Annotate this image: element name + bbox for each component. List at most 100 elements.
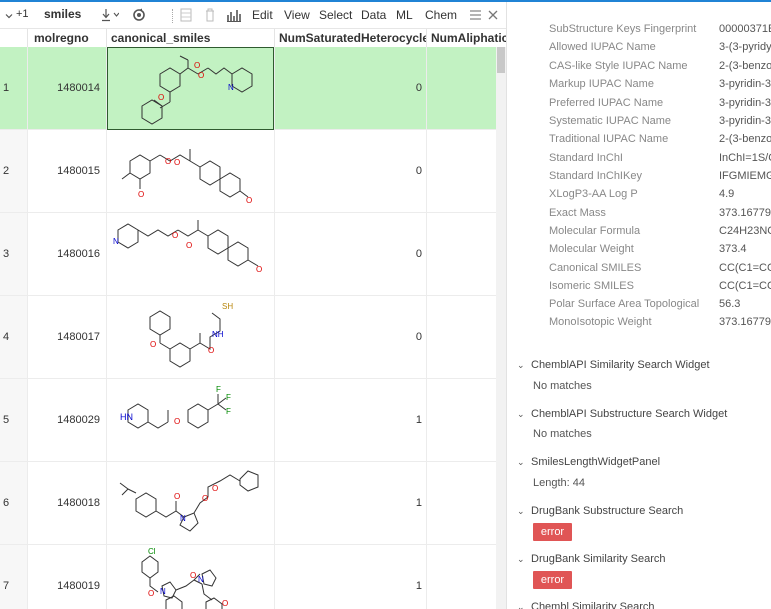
refresh-icon[interactable] [132, 8, 146, 25]
svg-text:N: N [113, 237, 119, 246]
table-row[interactable]: 5 1480029 HN O F F F 1 [0, 379, 497, 462]
widget-header-chembl-similarity-search[interactable]: ⌄ Chembl Similarity Search [517, 599, 654, 609]
num-saturated-cell[interactable]: 1 [275, 379, 427, 462]
menu-edit[interactable]: Edit [252, 8, 273, 22]
column-icon[interactable] [180, 8, 192, 25]
property-value: 4.9 [719, 188, 735, 200]
property-value: 56.3 [719, 298, 741, 310]
property-label: Preferred IUPAC Name [549, 97, 664, 109]
error-badge[interactable]: error [533, 523, 572, 541]
table-name[interactable]: smiles [44, 7, 81, 21]
molecule-cell[interactable]: N O O O [107, 213, 275, 296]
scrollbar-thumb[interactable] [497, 47, 505, 73]
hamburger-icon[interactable] [470, 9, 481, 23]
widget-header-chembl-similarity[interactable]: ⌄ ChemblAPI Similarity Search Widget [517, 357, 710, 373]
table-row[interactable]: 7 1480019 Cl O N O N O 1 [0, 545, 497, 609]
molecule-cell[interactable]: O N O O [107, 462, 275, 545]
property-label: SubStructure Keys Fingerprint [549, 23, 697, 35]
svg-text:HN: HN [120, 412, 133, 422]
property-value: 00000371E [719, 23, 771, 35]
num-saturated-cell[interactable]: 0 [275, 47, 427, 130]
property-value: 3-pyridin-3- [719, 78, 771, 90]
chevron-down-icon[interactable] [5, 9, 13, 23]
grid-header: molregno canonical_smiles NumSaturatedHe… [0, 29, 506, 47]
molecule-cell[interactable]: O O O O [107, 130, 275, 213]
table-row[interactable]: 4 1480017 O O NH SH 0 [0, 296, 497, 379]
molecule-cell[interactable]: Cl O N O N O [107, 545, 275, 609]
menu-select[interactable]: Select [319, 8, 352, 22]
widget-header-drugbank-similarity[interactable]: ⌄ DrugBank Similarity Search [517, 551, 666, 567]
svg-text:O: O [174, 158, 180, 167]
molregno-cell[interactable]: 1480015 [28, 130, 107, 213]
num-aliphatic-cell[interactable] [427, 296, 497, 379]
widget-header-smiles-length[interactable]: ⌄ SmilesLengthWidgetPanel [517, 454, 660, 470]
chevron-down-icon[interactable]: ⌄ [517, 551, 531, 567]
num-aliphatic-cell[interactable] [427, 213, 497, 296]
molregno-cell[interactable]: 1480029 [28, 379, 107, 462]
extra-tables-count[interactable]: +1 [16, 8, 29, 20]
num-saturated-cell[interactable]: 0 [275, 130, 427, 213]
widget-body: Length: 44 [533, 477, 585, 489]
close-icon[interactable] [488, 9, 498, 23]
column-header-molregno[interactable]: molregno [28, 29, 107, 47]
chevron-down-icon[interactable]: ⌄ [517, 406, 531, 422]
num-aliphatic-cell[interactable] [427, 130, 497, 213]
molregno-cell[interactable]: 1480017 [28, 296, 107, 379]
menu-data[interactable]: Data [361, 8, 386, 22]
vertical-scrollbar[interactable] [496, 47, 506, 609]
num-aliphatic-cell[interactable] [427, 379, 497, 462]
column-header-canonical-smiles[interactable]: canonical_smiles [107, 29, 275, 47]
molregno-cell[interactable]: 1480014 [28, 47, 107, 130]
chevron-down-icon[interactable]: ⌄ [517, 454, 531, 470]
column-header-num-saturated-heterocycles[interactable]: NumSaturatedHeterocycles [275, 29, 427, 47]
molecule-structure: N O O O [113, 220, 262, 274]
property-value: InChI=1S/C [719, 152, 771, 164]
property-label: Standard InChIKey [549, 170, 642, 182]
num-saturated-cell[interactable]: 1 [275, 462, 427, 545]
error-badge[interactable]: error [533, 571, 572, 589]
molregno-cell[interactable]: 1480019 [28, 545, 107, 609]
num-saturated-cell[interactable]: 1 [275, 545, 427, 609]
property-value: CC(C1=CC( [719, 280, 771, 292]
column-header-index[interactable] [0, 29, 28, 47]
molecule-cell[interactable]: HN O F F F [107, 379, 275, 462]
property-label: Systematic IUPAC Name [549, 115, 672, 127]
property-value: 3-pyridin-3- [719, 115, 771, 127]
property-label: Markup IUPAC Name [549, 78, 654, 90]
menu-chem[interactable]: Chem [425, 8, 457, 22]
menu-view[interactable]: View [284, 8, 310, 22]
widget-header-chembl-substructure[interactable]: ⌄ ChemblAPI Substructure Search Widget [517, 406, 727, 422]
trash-icon[interactable] [204, 8, 216, 25]
molecule-cell[interactable]: O O NH SH [107, 296, 275, 379]
svg-text:O: O [202, 494, 208, 503]
num-aliphatic-cell[interactable] [427, 545, 497, 609]
chevron-down-icon[interactable]: ⌄ [517, 503, 531, 519]
table-row[interactable]: 6 1480018 O N O O 1 [0, 462, 497, 545]
molecule-cell[interactable]: O O O N [107, 47, 275, 130]
svg-text:O: O [198, 71, 204, 80]
molregno-cell[interactable]: 1480016 [28, 213, 107, 296]
num-saturated-cell[interactable]: 0 [275, 213, 427, 296]
table-row[interactable]: 3 1480016 N O O O 0 [0, 213, 497, 296]
chevron-down-icon[interactable]: ⌄ [517, 357, 531, 373]
svg-text:O: O [190, 571, 196, 580]
num-saturated-cell[interactable]: 0 [275, 296, 427, 379]
row-index: 5 [0, 379, 28, 462]
property-value: 373.16779 [719, 207, 771, 219]
table-row[interactable]: 1 1480014 O O O N 0 [0, 47, 497, 130]
svg-text:O: O [165, 157, 171, 166]
molecule-structure: Cl O N O N O [141, 547, 228, 609]
widget-header-drugbank-substructure[interactable]: ⌄ DrugBank Substructure Search [517, 503, 683, 519]
property-value: CC(C1=CC( [719, 262, 771, 274]
property-value: 373.16779 [719, 316, 771, 328]
download-icon[interactable] [101, 8, 120, 25]
menu-ml[interactable]: ML [396, 8, 413, 22]
num-aliphatic-cell[interactable] [427, 462, 497, 545]
property-label: Molecular Weight [549, 243, 634, 255]
num-aliphatic-cell[interactable] [427, 47, 497, 130]
table-row[interactable]: 2 1480015 O O O O 0 [0, 130, 497, 213]
column-header-num-aliphatic[interactable]: NumAliphaticH [427, 29, 506, 47]
molregno-cell[interactable]: 1480018 [28, 462, 107, 545]
bar-chart-icon[interactable] [226, 8, 242, 25]
chevron-down-icon[interactable]: ⌄ [517, 599, 531, 609]
